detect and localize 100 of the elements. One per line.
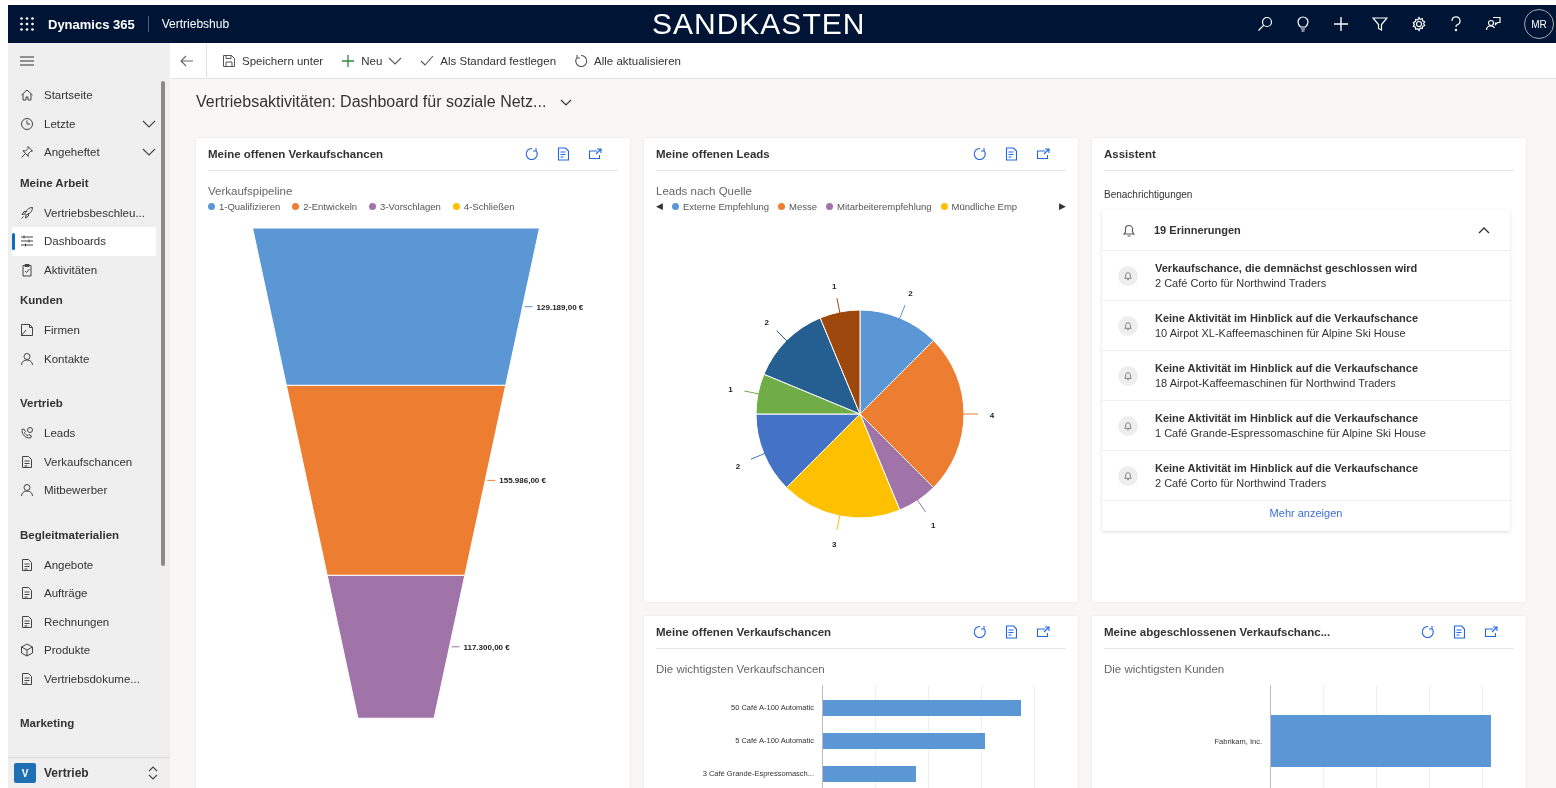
nav-item[interactable]: Aufträge bbox=[12, 579, 156, 608]
rocket-icon bbox=[20, 205, 34, 220]
legend-previous-button[interactable]: ◀ bbox=[656, 201, 663, 212]
notification-item[interactable]: Verkaufschance, die demnächst geschlossen wird 2 Café Corto für Northwind Traders bbox=[1102, 251, 1510, 301]
app-name[interactable]: Vertriebshub bbox=[161, 17, 230, 31]
data-label: 2 bbox=[764, 317, 769, 327]
feedback-icon[interactable] bbox=[1485, 16, 1501, 32]
person-icon bbox=[20, 351, 34, 366]
building-icon bbox=[20, 323, 34, 338]
document-icon[interactable] bbox=[1453, 625, 1466, 639]
data-label: 1 bbox=[832, 281, 837, 291]
leader-line bbox=[898, 304, 906, 321]
document-icon bbox=[20, 454, 34, 469]
bell-icon bbox=[1118, 465, 1138, 486]
back-arrow-icon[interactable] bbox=[180, 54, 194, 67]
plus-icon[interactable] bbox=[1333, 16, 1349, 32]
leader-line bbox=[916, 498, 927, 513]
leader-line bbox=[450, 646, 460, 648]
chart-title: Leads nach Quelle bbox=[656, 185, 753, 197]
toolbar-button[interactable]: Alle aktualisieren bbox=[565, 45, 690, 76]
nav-item[interactable]: Firmen bbox=[12, 316, 156, 345]
notification-title: Keine Aktivität im Hinblick auf die Verkaufschance bbox=[1155, 412, 1420, 424]
refresh-icon[interactable] bbox=[525, 147, 539, 161]
filter-icon[interactable] bbox=[1372, 16, 1388, 32]
data-label: 1 bbox=[931, 520, 936, 530]
clipboard-icon bbox=[20, 262, 34, 277]
nav-item[interactable]: Angeheftet bbox=[12, 138, 156, 167]
popout-icon[interactable] bbox=[1036, 148, 1050, 160]
bell-icon bbox=[1118, 365, 1138, 386]
document-icon bbox=[20, 671, 34, 686]
refresh-icon[interactable] bbox=[973, 625, 987, 639]
notification-item[interactable]: Keine Aktivität im Hinblick auf die Verkaufschance 18 Airpot-Kaffeemaschinen für Northwind Traders bbox=[1102, 351, 1510, 401]
product-name[interactable]: Dynamics 365 bbox=[48, 16, 135, 32]
notification-item[interactable]: Keine Aktivität im Hinblick auf die Verkaufschance 2 Café Corto für Northwind Traders bbox=[1102, 451, 1510, 501]
checkmark-icon bbox=[420, 54, 435, 67]
data-label: 117.300,00 € bbox=[463, 642, 510, 652]
nav-item[interactable]: Startseite bbox=[12, 81, 156, 110]
popout-icon[interactable] bbox=[588, 148, 602, 160]
document-icon[interactable] bbox=[1005, 625, 1018, 639]
document-icon bbox=[20, 557, 34, 572]
toolbar-button[interactable]: Als Standard festlegen bbox=[411, 45, 566, 76]
data-label: 3 bbox=[832, 540, 837, 550]
legend-label: 4-Schließen bbox=[463, 201, 515, 212]
nav-item[interactable]: Vertriebsdokume... bbox=[12, 664, 156, 693]
toolbar-button[interactable]: Speichern unter bbox=[213, 45, 333, 76]
nav-item[interactable]: Vertriebsbeschleu... bbox=[12, 198, 156, 227]
lightbulb-icon[interactable] bbox=[1296, 16, 1310, 32]
reminder-group-header[interactable]: 19 Erinnerungen bbox=[1102, 210, 1510, 251]
nav-item[interactable]: Produkte bbox=[12, 636, 156, 665]
notification-title: Keine Aktivität im Hinblick auf die Verkaufschance bbox=[1155, 312, 1419, 324]
cube-icon bbox=[20, 643, 34, 658]
chevron-icon[interactable] bbox=[142, 148, 156, 157]
leader-line bbox=[524, 306, 534, 308]
document-icon[interactable] bbox=[557, 147, 570, 161]
dashboard-icon bbox=[20, 234, 34, 249]
section-title: Benachrichtigungen bbox=[1104, 189, 1194, 200]
nav-item[interactable]: Dashboards bbox=[12, 227, 156, 256]
refresh-icon[interactable] bbox=[973, 147, 987, 161]
notification-title: Keine Aktivität im Hinblick auf die Verkaufschance bbox=[1155, 362, 1419, 374]
chevron-icon[interactable] bbox=[142, 119, 156, 128]
popout-icon[interactable] bbox=[1484, 626, 1498, 638]
area-switcher[interactable]: V Vertrieb bbox=[8, 757, 170, 788]
data-label: 2 bbox=[908, 289, 913, 299]
nav-section-title: Meine Arbeit bbox=[19, 175, 90, 191]
refresh-icon bbox=[574, 53, 589, 68]
nav-item[interactable]: Letzte bbox=[12, 109, 156, 138]
leader-line bbox=[486, 479, 496, 481]
document-icon[interactable] bbox=[1005, 147, 1018, 161]
notification-item[interactable]: Keine Aktivität im Hinblick auf die Verkaufschance 10 Airpot XL-Kaffeemaschinen für Alpine Ski House bbox=[1102, 301, 1510, 351]
chevron-down-icon[interactable] bbox=[560, 98, 573, 106]
card-title: Meine offenen Verkaufschancen bbox=[208, 148, 385, 160]
popout-icon[interactable] bbox=[1036, 626, 1050, 638]
pin-icon bbox=[20, 145, 34, 160]
nav-item[interactable]: Verkaufschancen bbox=[12, 447, 156, 476]
notification-title: Keine Aktivität im Hinblick auf die Verkaufschance bbox=[1155, 462, 1419, 474]
app-launcher-icon[interactable] bbox=[20, 17, 34, 31]
nav-item[interactable]: Leads bbox=[12, 419, 156, 448]
card-title: Meine abgeschlossenen Verkaufschanc... bbox=[1104, 626, 1332, 638]
updown-chevron-icon bbox=[148, 766, 158, 780]
chart-title: Die wichtigsten Kunden bbox=[1104, 663, 1226, 675]
show-more-link[interactable]: Mehr anzeigen bbox=[1269, 507, 1343, 519]
legend-label: Messe bbox=[789, 201, 818, 212]
help-icon[interactable] bbox=[1450, 16, 1462, 32]
data-label: 2 bbox=[735, 461, 741, 471]
nav-item[interactable]: Rechnungen bbox=[12, 607, 156, 636]
chart-title: Verkaufspipeline bbox=[208, 185, 294, 197]
refresh-icon[interactable] bbox=[1421, 625, 1435, 639]
menu-icon[interactable] bbox=[20, 55, 34, 67]
dashboard-title: Vertriebsaktivitäten: Dashboard für soziale Netz... bbox=[196, 93, 547, 111]
notification-item[interactable]: Keine Aktivität im Hinblick auf die Verkaufschance 1 Café Grande-Espressomaschine für Alpine Ski House bbox=[1102, 401, 1510, 451]
settings-icon[interactable] bbox=[1411, 16, 1427, 32]
nav-item[interactable]: Angebote bbox=[12, 550, 156, 579]
nav-item[interactable]: Kontakte bbox=[12, 344, 156, 373]
search-icon[interactable] bbox=[1257, 16, 1273, 32]
toolbar-button[interactable]: Neu bbox=[332, 45, 412, 76]
nav-item[interactable]: Aktivitäten bbox=[12, 255, 156, 284]
nav-item[interactable]: Mitbewerber bbox=[12, 476, 156, 505]
chart-title: Die wichtigsten Verkaufschancen bbox=[656, 663, 826, 675]
legend-next-button[interactable]: ▶ bbox=[1059, 201, 1066, 212]
legend-label: 3-Vorschlagen bbox=[380, 201, 441, 212]
